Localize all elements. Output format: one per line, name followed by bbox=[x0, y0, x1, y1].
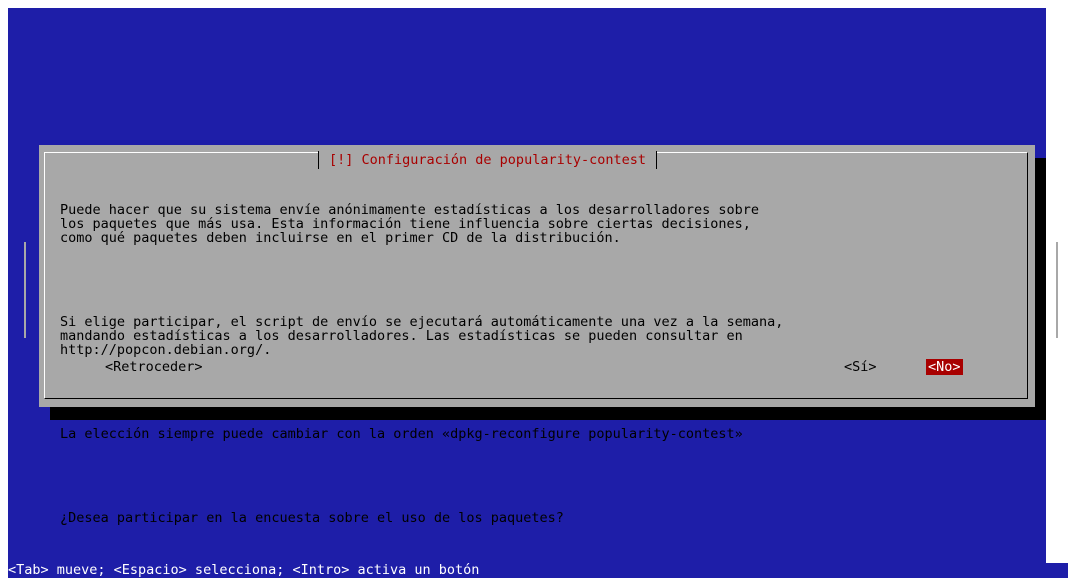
popularity-contest-dialog: [!] Configuración de popularity-contest … bbox=[39, 145, 1035, 525]
screen: [!] Configuración de popularity-contest … bbox=[0, 0, 1068, 578]
yes-button[interactable]: <Sí> bbox=[842, 359, 879, 375]
dialog-title: [!] Configuración de popularity-contest bbox=[318, 151, 657, 169]
no-button[interactable]: <No> bbox=[926, 359, 963, 375]
status-bar-help: <Tab> mueve; <Espacio> selecciona; <Intr… bbox=[8, 563, 1068, 578]
question-text: ¿Desea participar en la encuesta sobre e… bbox=[60, 510, 564, 526]
description-paragraph-3: La elección siempre puede cambiar con la… bbox=[60, 426, 743, 442]
description-paragraph-1: Puede hacer que su sistema envíe anónima… bbox=[60, 202, 759, 246]
back-button[interactable]: <Retroceder> bbox=[103, 359, 205, 375]
description-paragraph-2: Si elige participar, el script de envío … bbox=[60, 314, 784, 358]
